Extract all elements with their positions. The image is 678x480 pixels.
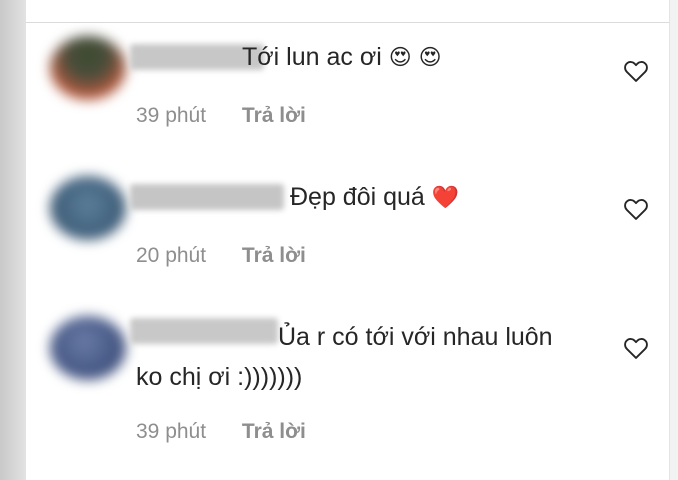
avatar[interactable] [50, 316, 126, 380]
panel-right-edge [669, 0, 678, 480]
comment-meta: 20 phút Trả lời [136, 244, 306, 268]
comment-text-line1: Ủa r có tới với nhau luôn [278, 323, 553, 351]
heart-outline-icon[interactable] [622, 57, 650, 85]
reply-button[interactable]: Trả lời [242, 104, 306, 127]
comment-text-content: Đẹp đôi quá [290, 183, 425, 211]
avatar[interactable] [50, 36, 126, 100]
comment-text-content: Tới lun ac ơi [242, 43, 382, 71]
comment-time: 39 phút [136, 420, 207, 443]
comment-item: Ủa r có tới với nhau luôn ko chị ơi :)))… [26, 306, 670, 480]
comment-item: Tới lun ac ơi 😍 😍 39 phút Trả lời [26, 24, 670, 174]
heart-outline-icon[interactable] [622, 334, 650, 362]
comment-meta: 39 phút Trả lời [136, 104, 306, 128]
left-background-strip [0, 0, 26, 480]
red-heart-emoji: ❤️ [431, 185, 460, 211]
username-blurred[interactable] [130, 318, 278, 344]
comment-text: Đẹp đôi quá ❤️ [290, 180, 459, 215]
top-divider [26, 22, 670, 23]
comment-item: Đẹp đôi quá ❤️ 20 phút Trả lời [26, 166, 670, 316]
comment-time: 39 phút [136, 104, 207, 127]
reply-button[interactable]: Trả lời [242, 420, 306, 443]
comment-text: Tới lun ac ơi 😍 😍 [242, 40, 442, 75]
comment-time: 20 phút [136, 244, 207, 267]
heart-eyes-emoji: 😍 [388, 45, 412, 71]
heart-outline-icon[interactable] [622, 195, 650, 223]
comment-text-line2: ko chị ơi :))))))) [136, 363, 303, 391]
comment-meta: 39 phút Trả lời [136, 420, 306, 444]
avatar[interactable] [50, 176, 126, 240]
username-blurred[interactable] [130, 184, 284, 210]
reply-button[interactable]: Trả lời [242, 244, 306, 267]
heart-eyes-emoji: 😍 [418, 45, 442, 71]
